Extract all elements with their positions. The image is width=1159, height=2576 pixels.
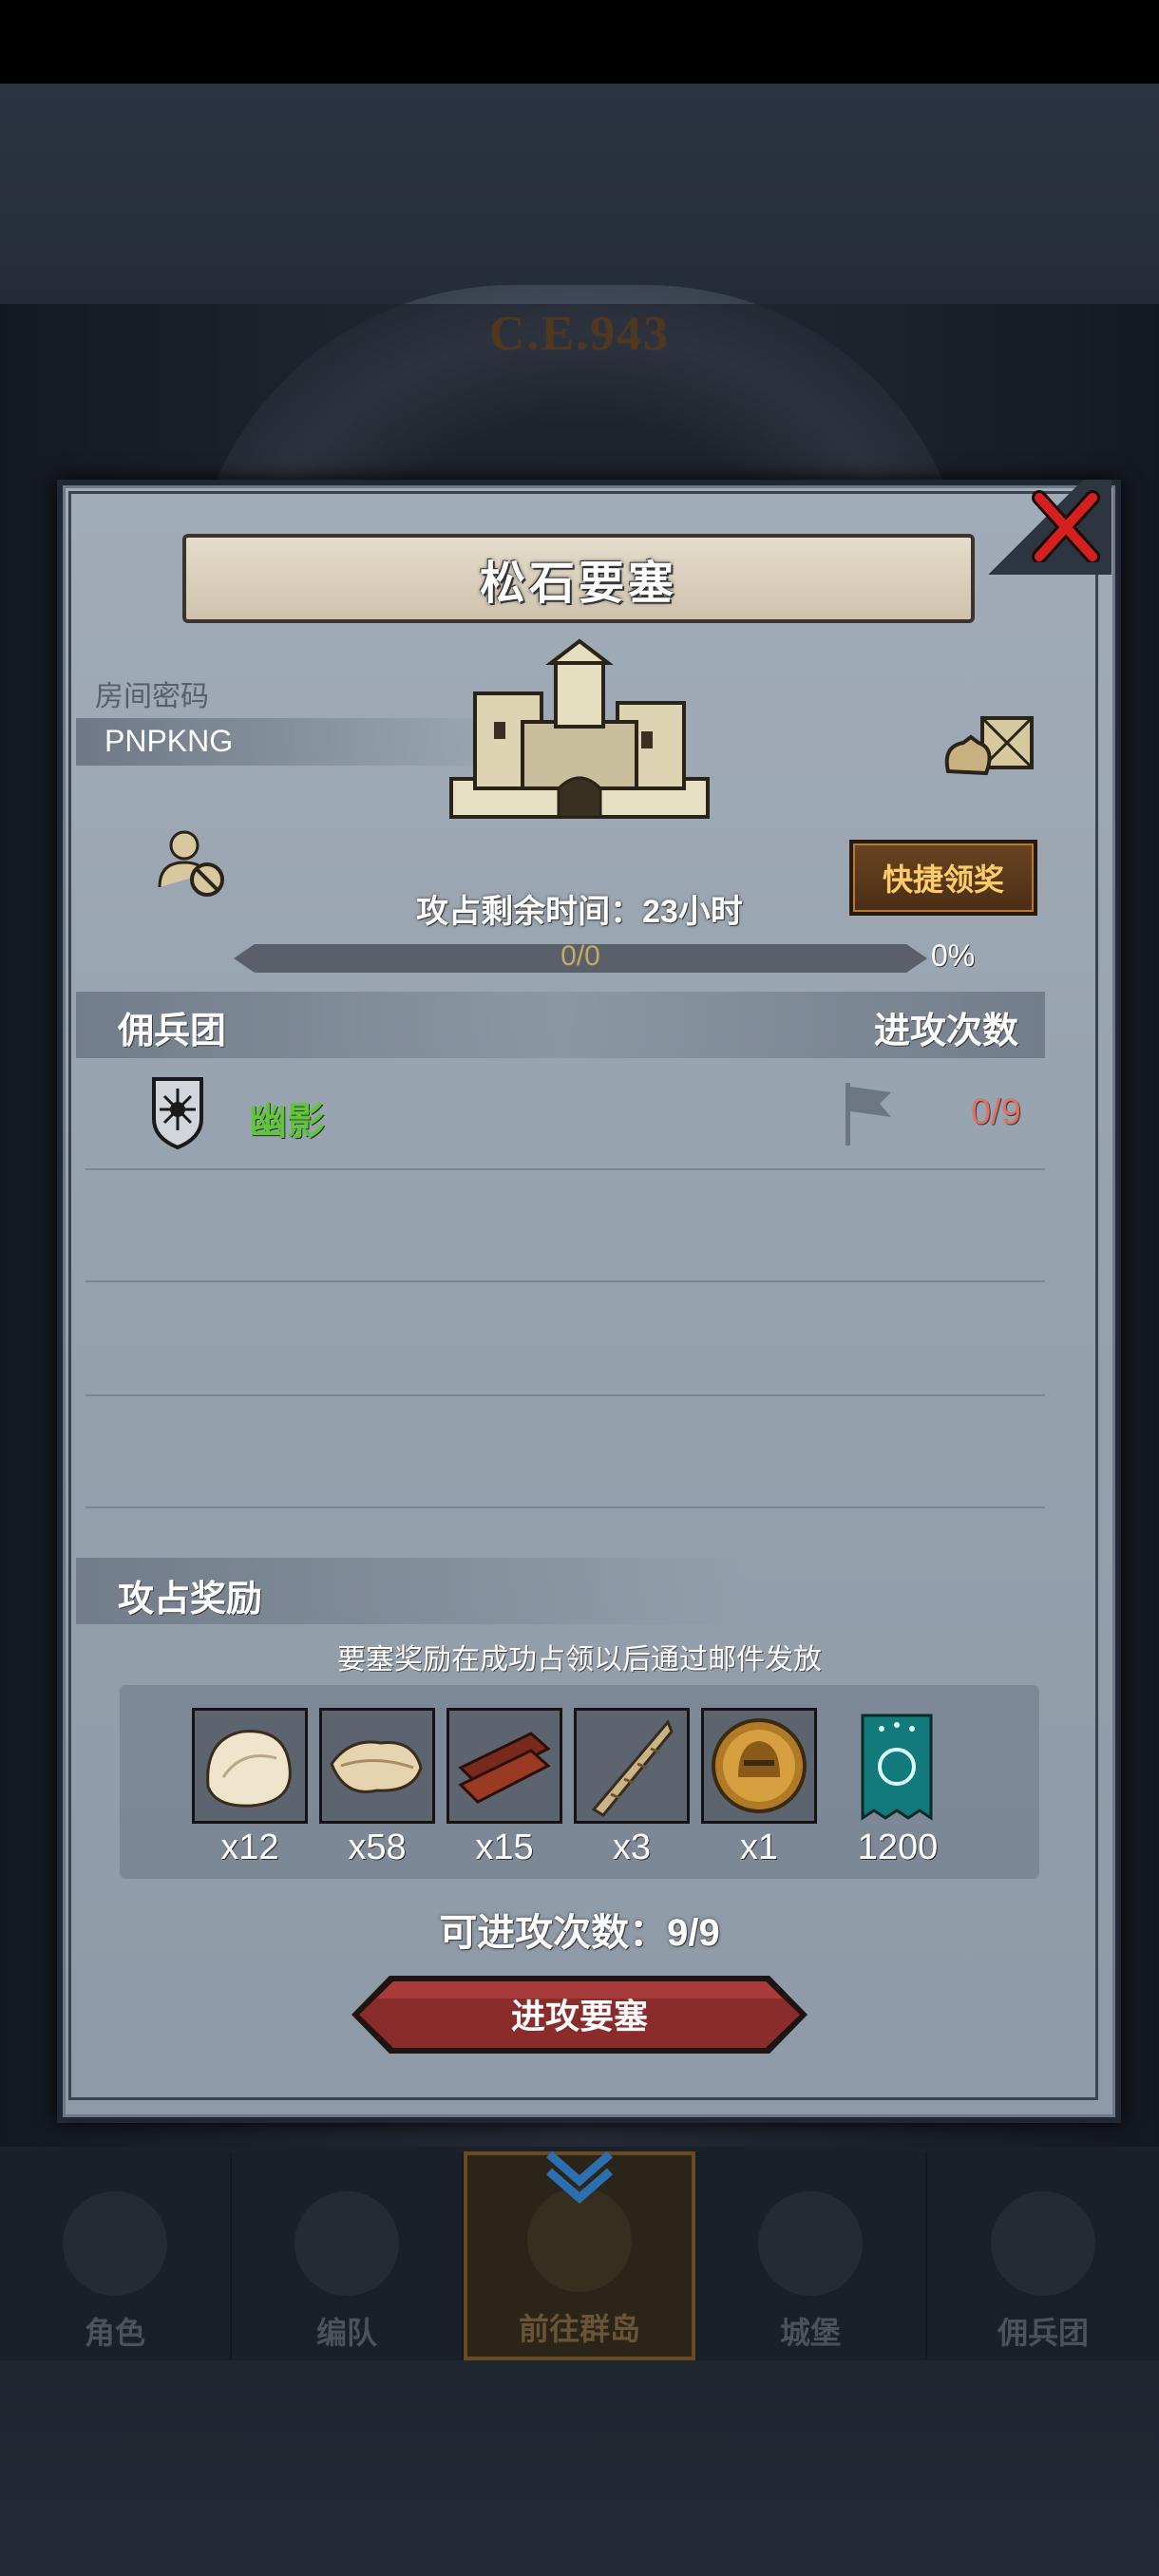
room-password-value[interactable]: PNPKNG: [104, 724, 233, 759]
progress-percent: 0%: [931, 938, 976, 973]
gold-helmet-coin-icon: [712, 1718, 807, 1813]
guild-banner-icon[interactable]: [859, 1712, 935, 1824]
nav-tab-formation[interactable]: 编队: [232, 2151, 464, 2360]
chevron-down-icon: [546, 2150, 613, 2204]
fur-pelt-icon: [206, 1730, 292, 1808]
mercenary-attack-count: 0/9: [971, 1092, 1021, 1132]
mercenary-name[interactable]: 幽影: [249, 1090, 325, 1146]
reward-item[interactable]: [192, 1708, 308, 1824]
mercenary-column-header: 佣兵团: [118, 1012, 227, 1051]
hide-leather-icon: [330, 1740, 423, 1793]
nav-tab-label: 前往群岛: [518, 2312, 640, 2346]
nav-tab-mercenary[interactable]: 佣兵团: [927, 2151, 1159, 2360]
reward-item[interactable]: [701, 1708, 817, 1824]
reward-qty: x3: [612, 1828, 652, 1867]
attack-count-column-header: 进攻次数: [874, 1012, 1019, 1051]
nav-tab-label: 佣兵团: [997, 2316, 1089, 2350]
row-divider: [86, 1394, 1045, 1396]
reward-qty: x1: [739, 1828, 779, 1867]
reward-header: 攻占奖励: [118, 1580, 263, 1619]
twisted-horn-icon: [591, 1719, 674, 1817]
wood-planks-icon: [458, 1732, 551, 1804]
nav-tab-label: 编队: [315, 2316, 377, 2350]
background-upper: [0, 84, 1159, 304]
reward-item[interactable]: [574, 1708, 690, 1824]
reward-item[interactable]: [446, 1708, 562, 1824]
package-bag-icon[interactable]: [939, 709, 1037, 779]
castle-icon: [758, 2191, 863, 2296]
room-password-label: 房间密码: [95, 681, 209, 712]
reward-note: 要塞奖励在成功占领以后通过邮件发放: [337, 1644, 822, 1676]
reward-item[interactable]: [319, 1708, 435, 1824]
close-icon: [1032, 490, 1100, 562]
flag-icon: [846, 1083, 891, 1146]
close-button[interactable]: [1026, 486, 1106, 566]
quick-claim-button[interactable]: 快捷领奖: [849, 840, 1037, 916]
progress-text: 0/0: [560, 940, 600, 972]
row-divider: [86, 1280, 1045, 1282]
reward-qty: x12: [220, 1828, 279, 1867]
page-title: 松石要塞: [479, 559, 677, 609]
reward-qty: x15: [475, 1828, 534, 1867]
user-ban-icon[interactable]: [154, 824, 230, 900]
formation-icon: [294, 2191, 399, 2296]
reward-qty: x58: [348, 1828, 407, 1867]
attack-fortress-button[interactable]: [348, 1972, 811, 2057]
title-banner: 松石要塞: [182, 534, 975, 623]
nav-tab-label: 城堡: [779, 2316, 841, 2350]
row-divider: [86, 1506, 1045, 1508]
remaining-attempts: 可进攻次数：9/9: [439, 1912, 720, 1954]
nav-tab-character[interactable]: 角色: [0, 2151, 232, 2360]
fortress-castle-icon: [449, 638, 710, 819]
nav-tab-castle[interactable]: 城堡: [695, 2151, 927, 2360]
ship-icon: [991, 2191, 1095, 2296]
top-status-area: [0, 0, 1159, 84]
shield-icon: [152, 1077, 203, 1150]
remaining-time: 攻占剩余时间：23小时: [416, 894, 743, 930]
knight-icon: [63, 2191, 167, 2296]
row-divider: [86, 1168, 1045, 1170]
reward-qty: 1200: [857, 1828, 939, 1867]
nav-tab-label: 角色: [84, 2316, 145, 2350]
